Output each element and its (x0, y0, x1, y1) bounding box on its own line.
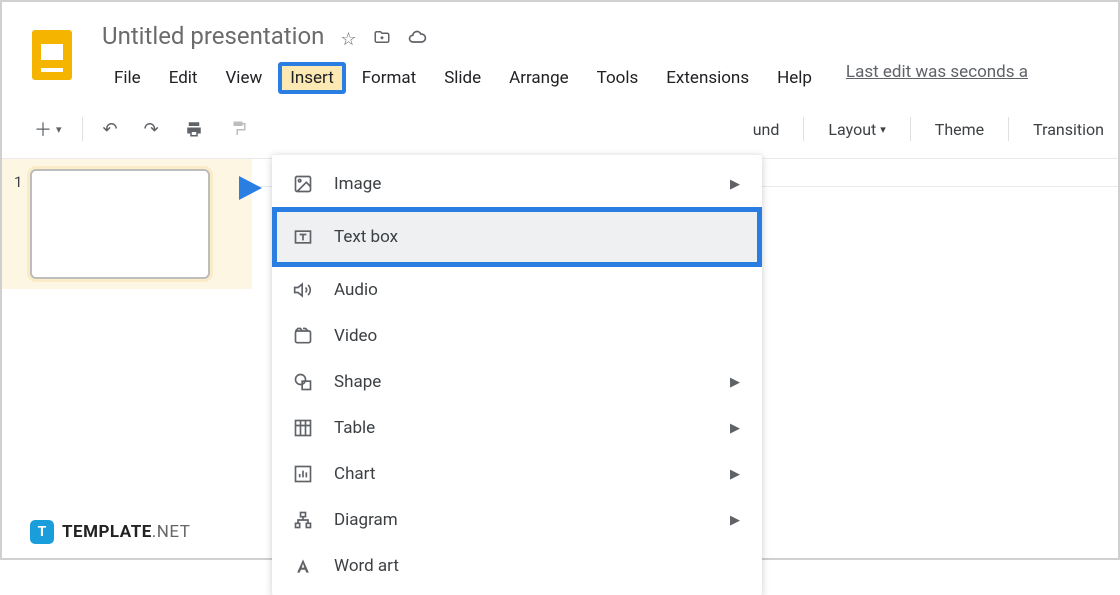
separator (910, 117, 911, 141)
menu-format[interactable]: Format (350, 62, 428, 94)
submenu-arrow-icon: ▶ (730, 467, 740, 482)
menu-edit[interactable]: Edit (157, 62, 210, 94)
slides-logo-icon (32, 30, 72, 80)
menu-view[interactable]: View (213, 62, 274, 94)
chart-icon (292, 463, 314, 485)
insert-menu-video[interactable]: Video (272, 313, 762, 359)
menu-item-label: Image (334, 174, 381, 194)
layout-button[interactable]: Layout▾ (814, 114, 899, 145)
submenu-arrow-icon: ▶ (730, 513, 740, 528)
slide-number: 1 (14, 173, 22, 191)
menu-item-label: Word art (334, 556, 399, 576)
table-icon (292, 417, 314, 439)
separator (803, 117, 804, 141)
watermark-logo-icon: T (30, 520, 54, 544)
menu-slide[interactable]: Slide (432, 62, 493, 94)
move-folder-icon[interactable] (373, 28, 391, 51)
redo-button[interactable]: ↷ (134, 113, 169, 146)
menu-file[interactable]: File (102, 62, 153, 94)
theme-button[interactable]: Theme (921, 114, 998, 145)
wordart-icon (292, 555, 314, 577)
menu-item-label: Shape (334, 372, 381, 392)
menu-extensions[interactable]: Extensions (654, 62, 761, 94)
separator (1008, 117, 1009, 141)
title-icons: ☆ (340, 27, 426, 52)
insert-menu-diagram[interactable]: Diagram ▶ (272, 497, 762, 543)
image-icon (292, 173, 314, 195)
audio-icon (292, 279, 314, 301)
menu-tools[interactable]: Tools (585, 62, 651, 94)
new-slide-button[interactable]: ＋ ▾ (24, 110, 72, 148)
insert-menu-shape[interactable]: Shape ▶ (272, 359, 762, 405)
cloud-status-icon[interactable] (407, 27, 427, 52)
watermark: T TEMPLATE.NET (30, 520, 190, 544)
menu-item-label: Diagram (334, 510, 398, 530)
textbox-icon (292, 226, 314, 248)
insert-menu-word-art[interactable]: Word art (272, 543, 762, 589)
insert-menu-table[interactable]: Table ▶ (272, 405, 762, 451)
insert-menu-image[interactable]: Image ▶ (272, 161, 762, 207)
toolbar: ＋ ▾ ↶ ↷ und Layout▾ Theme Transition (2, 100, 1118, 159)
menu-item-label: Table (334, 418, 375, 438)
video-icon (292, 325, 314, 347)
menu-item-label: Chart (334, 464, 375, 484)
menu-item-label: Audio (334, 280, 378, 300)
star-icon[interactable]: ☆ (340, 29, 356, 50)
insert-menu-dropdown: Image▶Text boxAudioVideoShape▶Table▶Char… (272, 154, 762, 595)
undo-button[interactable]: ↶ (93, 113, 128, 146)
insert-menu-text-box[interactable]: Text box (272, 207, 762, 267)
watermark-text: TEMPLATE.NET (62, 522, 190, 542)
menu-arrange[interactable]: Arrange (497, 62, 580, 94)
background-button[interactable]: und (739, 114, 794, 145)
paint-format-button[interactable] (219, 114, 257, 144)
insert-menu-chart[interactable]: Chart ▶ (272, 451, 762, 497)
title-area: Untitled presentation ☆ FileEditViewInse… (102, 22, 1118, 94)
menubar: FileEditViewInsertFormatSlideArrangeTool… (102, 62, 1118, 94)
menu-item-label: Video (334, 326, 377, 346)
separator (82, 117, 83, 141)
annotation-arrow-icon (184, 168, 264, 212)
submenu-arrow-icon: ▶ (730, 375, 740, 390)
diagram-icon (292, 509, 314, 531)
last-edit-link[interactable]: Last edit was seconds a (846, 62, 1028, 94)
menu-item-label: Text box (334, 227, 398, 247)
doc-title[interactable]: Untitled presentation (102, 22, 324, 50)
header: Untitled presentation ☆ FileEditViewInse… (2, 2, 1118, 94)
menu-help[interactable]: Help (765, 62, 824, 94)
print-button[interactable] (175, 114, 213, 144)
transition-button[interactable]: Transition (1019, 114, 1118, 145)
shape-icon (292, 371, 314, 393)
submenu-arrow-icon: ▶ (730, 177, 740, 192)
submenu-arrow-icon: ▶ (730, 421, 740, 436)
menu-insert[interactable]: Insert (278, 62, 346, 94)
insert-menu-audio[interactable]: Audio (272, 267, 762, 313)
